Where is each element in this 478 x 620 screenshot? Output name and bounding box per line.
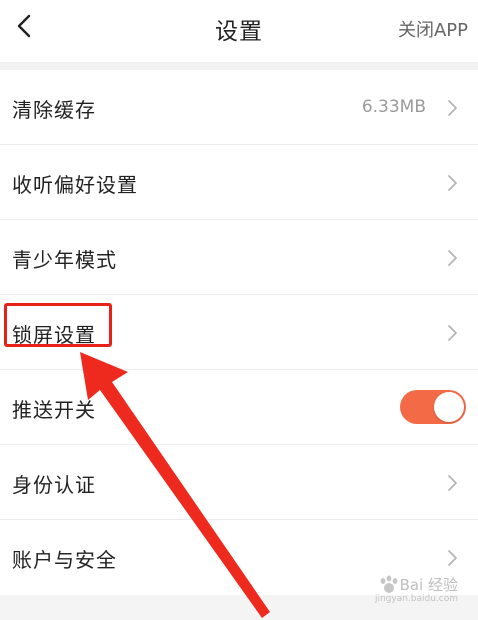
row-label: 清除缓存 [12, 98, 96, 122]
settings-row-clear-cache[interactable]: 清除缓存 6.33MB [0, 70, 478, 145]
close-app-button[interactable]: 关闭APP [398, 16, 468, 42]
chevron-right-icon [448, 175, 457, 191]
row-label: 账户与安全 [12, 548, 117, 572]
chevron-right-icon [448, 550, 457, 566]
settings-row-identity[interactable]: 身份认证 [0, 445, 478, 520]
row-label: 收听偏好设置 [12, 173, 138, 197]
settings-row-push-switch: 推送开关 [0, 370, 478, 445]
section-divider [0, 62, 478, 70]
chevron-right-icon [448, 250, 457, 266]
settings-row-listening-preference[interactable]: 收听偏好设置 [0, 145, 478, 220]
settings-row-youth-mode[interactable]: 青少年模式 [0, 220, 478, 295]
chevron-right-icon [448, 100, 457, 116]
row-label: 青少年模式 [12, 248, 117, 272]
chevron-right-icon [448, 475, 457, 491]
watermark-text: Bai 经验 [399, 576, 458, 594]
toggle-knob [434, 392, 464, 422]
row-label: 身份认证 [12, 473, 96, 497]
baidu-watermark: Bai 经验 jingyan.baidu.com [375, 574, 458, 604]
settings-screen: 设置 关闭APP 清除缓存 6.33MB 收听偏好设置 青少年模式 锁屏设置 推… [0, 0, 478, 620]
row-label: 推送开关 [12, 398, 96, 422]
cache-size-value: 6.33MB [361, 97, 426, 117]
paw-icon [380, 575, 397, 593]
watermark-subtext: jingyan.baidu.com [374, 594, 458, 604]
chevron-right-icon [448, 325, 457, 341]
annotation-highlight-box [4, 303, 112, 347]
push-toggle[interactable] [400, 390, 466, 424]
top-bar: 设置 关闭APP [0, 0, 478, 62]
